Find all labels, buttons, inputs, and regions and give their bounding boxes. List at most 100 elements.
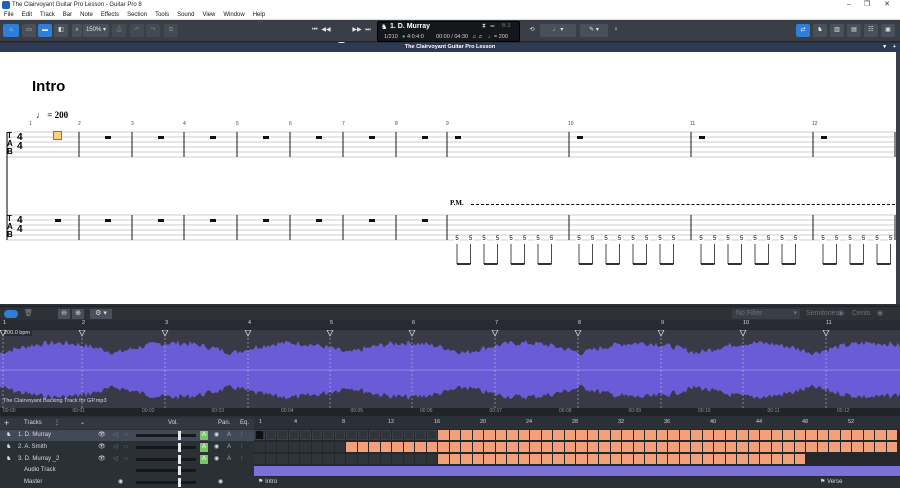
section-verse[interactable]: ⚑ Verse: [820, 478, 842, 485]
menu-section[interactable]: Section: [123, 10, 151, 20]
filled-bar[interactable]: [369, 442, 380, 452]
next-bar-button[interactable]: ▶▶: [352, 24, 362, 37]
close-button[interactable]: ✕: [880, 0, 894, 10]
filled-bar[interactable]: [691, 454, 702, 464]
track-volume-slider[interactable]: [136, 458, 196, 461]
filled-bar[interactable]: [576, 442, 587, 452]
auto-volume-badge[interactable]: A: [200, 443, 208, 452]
auto-pan-label[interactable]: A: [227, 430, 231, 441]
filled-bar[interactable]: [702, 454, 713, 464]
filled-bar[interactable]: [495, 442, 506, 452]
score-view[interactable]: Intro ♩ = 200 P.M. TAB 44 TAB 44 1234567…: [0, 52, 896, 304]
new-tab-button[interactable]: +: [893, 43, 896, 52]
empty-bar[interactable]: [323, 442, 334, 452]
fret-number[interactable]: 5: [725, 236, 731, 242]
filled-bar[interactable]: [392, 442, 403, 452]
chevron-down-icon[interactable]: ⌄: [80, 418, 85, 429]
page-view-button[interactable]: ▭: [22, 24, 36, 37]
filled-bar[interactable]: [748, 442, 759, 452]
auto-volume-badge[interactable]: A: [200, 455, 208, 464]
filled-bar[interactable]: [426, 442, 437, 452]
filled-bar[interactable]: [553, 430, 564, 440]
filled-bar[interactable]: [438, 454, 449, 464]
filled-bar[interactable]: [403, 442, 414, 452]
empty-bar[interactable]: [323, 454, 334, 464]
trash-icon[interactable]: 🗑: [24, 309, 33, 317]
empty-bar[interactable]: [357, 454, 368, 464]
menu-note[interactable]: Note: [76, 10, 97, 20]
menu-help[interactable]: Help: [249, 10, 269, 20]
fret-number[interactable]: 5: [535, 236, 541, 242]
filled-bar[interactable]: [461, 442, 472, 452]
filled-bar[interactable]: [863, 442, 874, 452]
undo-button[interactable]: ↶: [130, 24, 144, 37]
empty-bar[interactable]: [323, 430, 334, 440]
add-track-button[interactable]: +: [4, 418, 9, 429]
filled-bar[interactable]: [760, 430, 771, 440]
fret-number[interactable]: 5: [494, 236, 501, 242]
filled-bar[interactable]: [714, 454, 725, 464]
master-knob-icon[interactable]: ◉: [118, 477, 123, 488]
fret-number[interactable]: 5: [630, 236, 636, 242]
empty-bar[interactable]: [311, 454, 322, 464]
audio-volume-handle[interactable]: [178, 466, 181, 475]
filled-bar[interactable]: [484, 442, 495, 452]
filled-bar[interactable]: [714, 442, 725, 452]
pan-knob-icon[interactable]: ◉: [214, 430, 219, 441]
filled-bar[interactable]: [518, 430, 529, 440]
visibility-eye-icon[interactable]: 👁: [98, 454, 106, 465]
fret-number[interactable]: 5: [481, 236, 487, 242]
filled-bar[interactable]: [668, 442, 679, 452]
filled-bar[interactable]: [702, 442, 713, 452]
pan-knob-icon[interactable]: ◉: [214, 442, 219, 453]
filled-bar[interactable]: [886, 442, 897, 452]
filled-bar[interactable]: [840, 430, 851, 440]
menu-file[interactable]: File: [0, 10, 18, 20]
mute-icon[interactable]: ◁: [113, 442, 118, 453]
filled-bar[interactable]: [725, 454, 736, 464]
headphones-icon[interactable]: ∩: [124, 442, 128, 453]
score-scrollbar[interactable]: [896, 52, 900, 304]
filled-bar[interactable]: [576, 454, 587, 464]
empty-bar[interactable]: [369, 430, 380, 440]
filled-bar[interactable]: [553, 442, 564, 452]
audio-bar-ruler[interactable]: 1 2 3 4 5 6 7 8 9 10 11: [0, 320, 900, 330]
filled-bar[interactable]: [748, 430, 759, 440]
filled-bar[interactable]: [472, 430, 483, 440]
fret-number[interactable]: 5: [616, 236, 623, 242]
tab-menu-icon[interactable]: ▾: [883, 43, 886, 52]
empty-bar[interactable]: [311, 442, 322, 452]
filled-bar[interactable]: [737, 430, 748, 440]
filled-bar[interactable]: [530, 442, 541, 452]
filled-bar[interactable]: [587, 442, 598, 452]
filled-bar[interactable]: [610, 454, 621, 464]
menu-window[interactable]: Window: [219, 10, 248, 20]
filled-bar[interactable]: [806, 442, 817, 452]
fret-number[interactable]: 5: [860, 236, 867, 242]
track-timeline[interactable]: 1 4 8 12 16 20 24 28 32 36 40 44 48 52 ⚑ Intro ⚑ Vers…: [254, 418, 900, 488]
auto-volume-badge[interactable]: A: [200, 431, 208, 440]
audio-volume-slider[interactable]: [136, 469, 196, 472]
track-volume-slider[interactable]: [136, 446, 196, 449]
filled-bar[interactable]: [541, 430, 552, 440]
empty-bar[interactable]: [265, 442, 276, 452]
fret-number[interactable]: 5: [643, 236, 650, 242]
filled-bar[interactable]: [518, 454, 529, 464]
filled-bar[interactable]: [553, 454, 564, 464]
filled-bar[interactable]: [449, 442, 460, 452]
filled-bar[interactable]: [725, 430, 736, 440]
empty-bar[interactable]: [392, 454, 403, 464]
filled-bar[interactable]: [737, 454, 748, 464]
filled-bar[interactable]: [829, 442, 840, 452]
edit-cursor[interactable]: [53, 131, 62, 140]
filled-bar[interactable]: [610, 442, 621, 452]
fret-number[interactable]: 5: [589, 236, 596, 242]
empty-bar[interactable]: [415, 430, 426, 440]
filled-bar[interactable]: [771, 430, 782, 440]
filled-bar[interactable]: [599, 442, 610, 452]
zoom-out-button[interactable]: ⊖: [58, 309, 70, 319]
fret-number[interactable]: 5: [792, 236, 799, 242]
filled-bar[interactable]: [346, 442, 357, 452]
settings-button[interactable]: ⚙ ▾: [90, 309, 112, 319]
empty-bar[interactable]: [254, 442, 265, 452]
